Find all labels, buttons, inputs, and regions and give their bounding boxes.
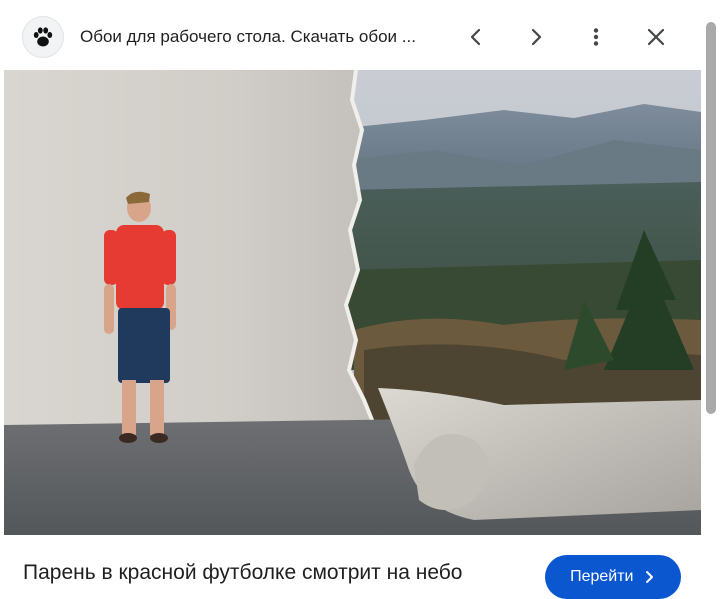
visit-button[interactable]: Перейти [545,555,681,599]
preview-image[interactable] [4,70,701,535]
visit-button-label: Перейти [570,568,634,585]
close-button[interactable] [638,19,674,55]
next-button[interactable] [518,19,554,55]
previous-button[interactable] [458,19,494,55]
preview-header: Обои для рабочего стола. Скачать обои ..… [0,0,704,70]
site-favicon[interactable] [22,16,64,58]
site-title-link[interactable]: Обои для рабочего стола. Скачать обои ..… [80,26,450,48]
paw-icon [33,27,53,47]
photo-man-red-shirt-torn-wall-landscape [4,70,701,535]
more-vert-icon [593,28,599,46]
scrollbar-thumb[interactable] [706,22,716,414]
image-preview-panel: Обои для рабочего стола. Скачать обои ..… [0,0,726,599]
chevron-left-icon [470,28,481,46]
more-options-button[interactable] [578,19,614,55]
chevron-right-icon [645,571,653,583]
chevron-right-icon [531,28,542,46]
close-icon [647,28,665,46]
image-title: Парень в красной футболке смотрит на неб… [23,561,463,584]
